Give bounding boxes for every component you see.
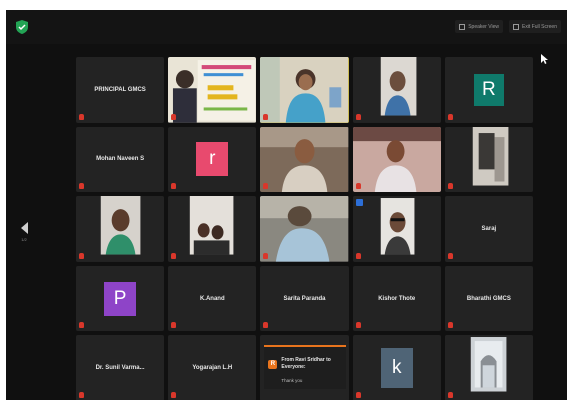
- mic-muted-icon: [355, 113, 361, 120]
- video-feed: [352, 196, 441, 262]
- avatar: r: [196, 142, 229, 177]
- participant-video-tile[interactable]: [352, 196, 441, 262]
- avatar: k: [380, 348, 413, 389]
- participant-tile[interactable]: K.Anand: [168, 265, 257, 332]
- mic-muted-icon: [79, 183, 84, 190]
- participant-name: Kishor Thote: [378, 295, 416, 302]
- avatar-initial: r: [209, 148, 216, 170]
- avatar: R: [473, 73, 504, 106]
- mic-muted-icon: [447, 183, 453, 190]
- participant-tile[interactable]: Mohan Naveen S: [76, 126, 165, 193]
- mic-muted-icon: [171, 113, 177, 120]
- mic-muted-icon: [263, 183, 269, 190]
- mic-muted-icon: [79, 113, 84, 120]
- shield-icon[interactable]: [14, 19, 30, 35]
- video-feed: [444, 126, 533, 193]
- participant-video-tile[interactable]: [76, 196, 165, 262]
- participant-tile[interactable]: R: [444, 57, 533, 123]
- video-feed: [260, 196, 349, 262]
- mic-muted-icon: [171, 252, 177, 259]
- participant-video-tile[interactable]: [168, 196, 257, 262]
- participant-tile[interactable]: r: [168, 126, 257, 193]
- video-feed: [352, 126, 441, 193]
- participant-video-tile[interactable]: [260, 126, 349, 193]
- mic-muted-icon: [355, 322, 361, 329]
- mic-muted-icon: [447, 113, 453, 120]
- mic-muted-icon: [263, 113, 269, 120]
- mic-muted-icon: [171, 391, 177, 398]
- chat-message: Thank you: [281, 378, 303, 384]
- participant-tile[interactable]: Kishor Thote: [352, 265, 441, 332]
- participant-name: Sarita Paranda: [283, 295, 326, 302]
- participant-name: Dr. Sunil Varma...: [95, 365, 145, 372]
- mic-muted-icon: [79, 322, 84, 329]
- chat-icon: R: [268, 360, 278, 370]
- gallery-grid: PRINCIPAL GMCS R Mohan Naveen S r Saraj …: [76, 57, 533, 400]
- exit-full-screen-button[interactable]: Exit Full Screen: [508, 20, 561, 33]
- video-feed: [76, 196, 165, 262]
- spotlight-icon: [355, 199, 363, 207]
- participant-name: Yogarajan L.H: [192, 365, 233, 372]
- participant-tile[interactable]: Dr. Sunil Varma...: [76, 335, 165, 400]
- speaker-view-button[interactable]: Speaker View: [455, 20, 503, 33]
- mic-muted-icon: [79, 391, 84, 398]
- mic-muted-icon: [447, 322, 453, 329]
- video-feed: [260, 126, 349, 193]
- previous-page-button[interactable]: 1/2: [15, 222, 33, 252]
- participant-video-tile[interactable]: [444, 335, 533, 400]
- mic-muted-icon: [355, 183, 361, 190]
- view-icon: [459, 23, 466, 30]
- participant-tile[interactable]: Saraj: [444, 196, 533, 262]
- mic-muted-icon: [171, 322, 177, 329]
- participant-video-tile[interactable]: [168, 57, 257, 123]
- meeting-top-bar: Speaker View Exit Full Screen: [6, 10, 567, 44]
- participant-video-tile[interactable]: [352, 57, 441, 123]
- video-feed: [260, 57, 349, 123]
- video-feed: [168, 196, 257, 262]
- chat-sender: From Ravi Sridhar to Everyone:: [281, 357, 331, 371]
- mic-muted-icon: [263, 322, 269, 329]
- mic-muted-icon: [263, 252, 269, 259]
- participant-tile[interactable]: P: [76, 265, 165, 332]
- chat-notification[interactable]: R From Ravi Sridhar to Everyone: Thank y…: [264, 345, 347, 390]
- participant-tile[interactable]: Yogarajan L.H: [168, 335, 257, 400]
- participant-tile[interactable]: Sarita Paranda: [260, 265, 349, 332]
- video-feed: [168, 57, 257, 123]
- participant-video-tile[interactable]: [352, 126, 441, 193]
- participant-name: Bharathi GMCS: [466, 295, 511, 302]
- video-feed: [352, 57, 441, 123]
- avatar-initial: R: [482, 78, 496, 100]
- page-indicator: 1/2: [21, 237, 27, 242]
- mic-muted-icon: [79, 252, 84, 259]
- avatar: P: [104, 281, 137, 316]
- mic-muted-icon: [447, 252, 453, 259]
- participant-tile[interactable]: PRINCIPAL GMCS: [76, 57, 165, 123]
- participant-name: K.Anand: [199, 295, 225, 302]
- mouse-cursor-icon: [541, 54, 548, 64]
- participant-tile[interactable]: k: [352, 335, 441, 400]
- participant-name: Mohan Naveen S: [96, 156, 145, 163]
- avatar-initial: P: [113, 287, 127, 309]
- participant-name: PRINCIPAL GMCS: [94, 86, 146, 93]
- video-feed: [444, 335, 533, 400]
- chevron-left-icon: [20, 222, 28, 234]
- mic-muted-icon: [447, 391, 453, 398]
- participant-tile[interactable]: R From Ravi Sridhar to Everyone: Thank y…: [260, 335, 349, 400]
- participant-tile[interactable]: Bharathi GMCS: [444, 265, 533, 332]
- mic-muted-icon: [171, 183, 177, 190]
- mic-muted-icon: [355, 252, 361, 259]
- fullscreen-icon: [512, 23, 519, 30]
- participant-video-tile[interactable]: [444, 126, 533, 193]
- zoom-meeting-window: Speaker View Exit Full Screen 1/2 PRINCI…: [6, 10, 567, 400]
- mic-muted-icon: [355, 391, 361, 398]
- participant-name: Saraj: [481, 225, 497, 232]
- participant-video-tile[interactable]: [260, 196, 349, 262]
- speaker-view-label: Speaker View: [468, 23, 499, 30]
- active-speaker-tile[interactable]: [260, 57, 349, 123]
- avatar-initial: k: [391, 357, 402, 379]
- exit-full-screen-label: Exit Full Screen: [521, 23, 557, 30]
